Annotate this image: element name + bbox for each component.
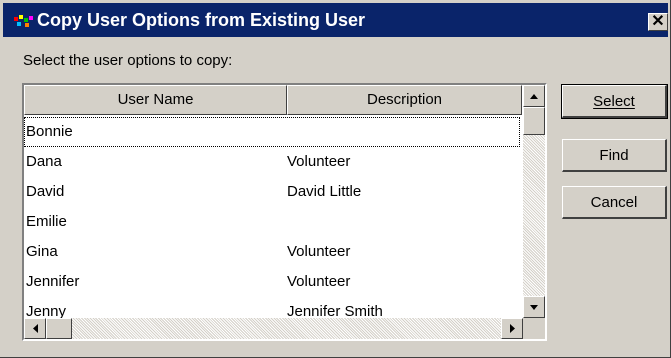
dialog-title: Copy User Options from Existing User bbox=[37, 10, 366, 30]
vertical-scroll-thumb[interactable] bbox=[523, 107, 545, 135]
column-header-user-name[interactable]: User Name bbox=[24, 85, 287, 115]
select-button-label: Select bbox=[593, 93, 635, 110]
app-icon bbox=[14, 15, 33, 27]
cell-user-name: Gina bbox=[26, 243, 58, 260]
arrow-left-icon bbox=[33, 324, 38, 333]
cell-description: Volunteer bbox=[287, 153, 351, 170]
select-button[interactable]: Select bbox=[561, 84, 668, 119]
scroll-left-button[interactable] bbox=[24, 318, 46, 339]
cell-description: David Little bbox=[287, 183, 362, 200]
find-button[interactable]: Find bbox=[562, 139, 667, 172]
cell-user-name: Emilie bbox=[26, 213, 67, 230]
user-list[interactable]: User Name Description Bonnie Dana Volunt… bbox=[22, 83, 547, 341]
table-row[interactable]: Gina Volunteer bbox=[24, 237, 520, 267]
scroll-right-button[interactable] bbox=[501, 318, 523, 339]
close-button[interactable]: ✕ bbox=[648, 13, 668, 31]
horizontal-scrollbar[interactable] bbox=[24, 318, 523, 339]
cell-user-name: Bonnie bbox=[26, 123, 73, 140]
table-rows: Bonnie Dana Volunteer David David Little… bbox=[24, 117, 520, 325]
cell-user-name: David bbox=[26, 183, 65, 200]
table-row[interactable]: Emilie bbox=[24, 207, 520, 237]
cancel-button-label: Cancel bbox=[590, 194, 638, 211]
scrollbar-corner bbox=[523, 318, 545, 339]
horizontal-scroll-thumb[interactable] bbox=[46, 318, 72, 339]
cell-description: Volunteer bbox=[287, 273, 351, 290]
table-row[interactable]: Jennifer Volunteer bbox=[24, 267, 520, 297]
vertical-scrollbar[interactable] bbox=[523, 85, 545, 318]
table-row[interactable]: Bonnie bbox=[24, 117, 520, 147]
title-bar[interactable]: Copy User Options from Existing User ✕ bbox=[3, 3, 668, 37]
arrow-down-icon bbox=[530, 305, 538, 310]
cancel-button[interactable]: Cancel bbox=[562, 186, 667, 219]
arrow-right-icon bbox=[510, 324, 515, 333]
table-row[interactable]: Dana Volunteer bbox=[24, 147, 520, 177]
cell-user-name: Dana bbox=[26, 153, 62, 170]
cell-user-name: Jennifer bbox=[26, 273, 80, 290]
table-row[interactable]: David David Little bbox=[24, 177, 520, 207]
instruction-text: Select the user options to copy: bbox=[23, 52, 233, 69]
close-icon: ✕ bbox=[651, 13, 665, 30]
cell-description: Volunteer bbox=[287, 243, 351, 260]
column-header-description[interactable]: Description bbox=[287, 85, 522, 115]
scroll-up-button[interactable] bbox=[523, 85, 545, 107]
scroll-down-button[interactable] bbox=[523, 296, 545, 318]
arrow-up-icon bbox=[530, 94, 538, 99]
copy-user-options-dialog: Copy User Options from Existing User ✕ S… bbox=[0, 0, 671, 358]
find-button-label: Find bbox=[599, 147, 629, 164]
